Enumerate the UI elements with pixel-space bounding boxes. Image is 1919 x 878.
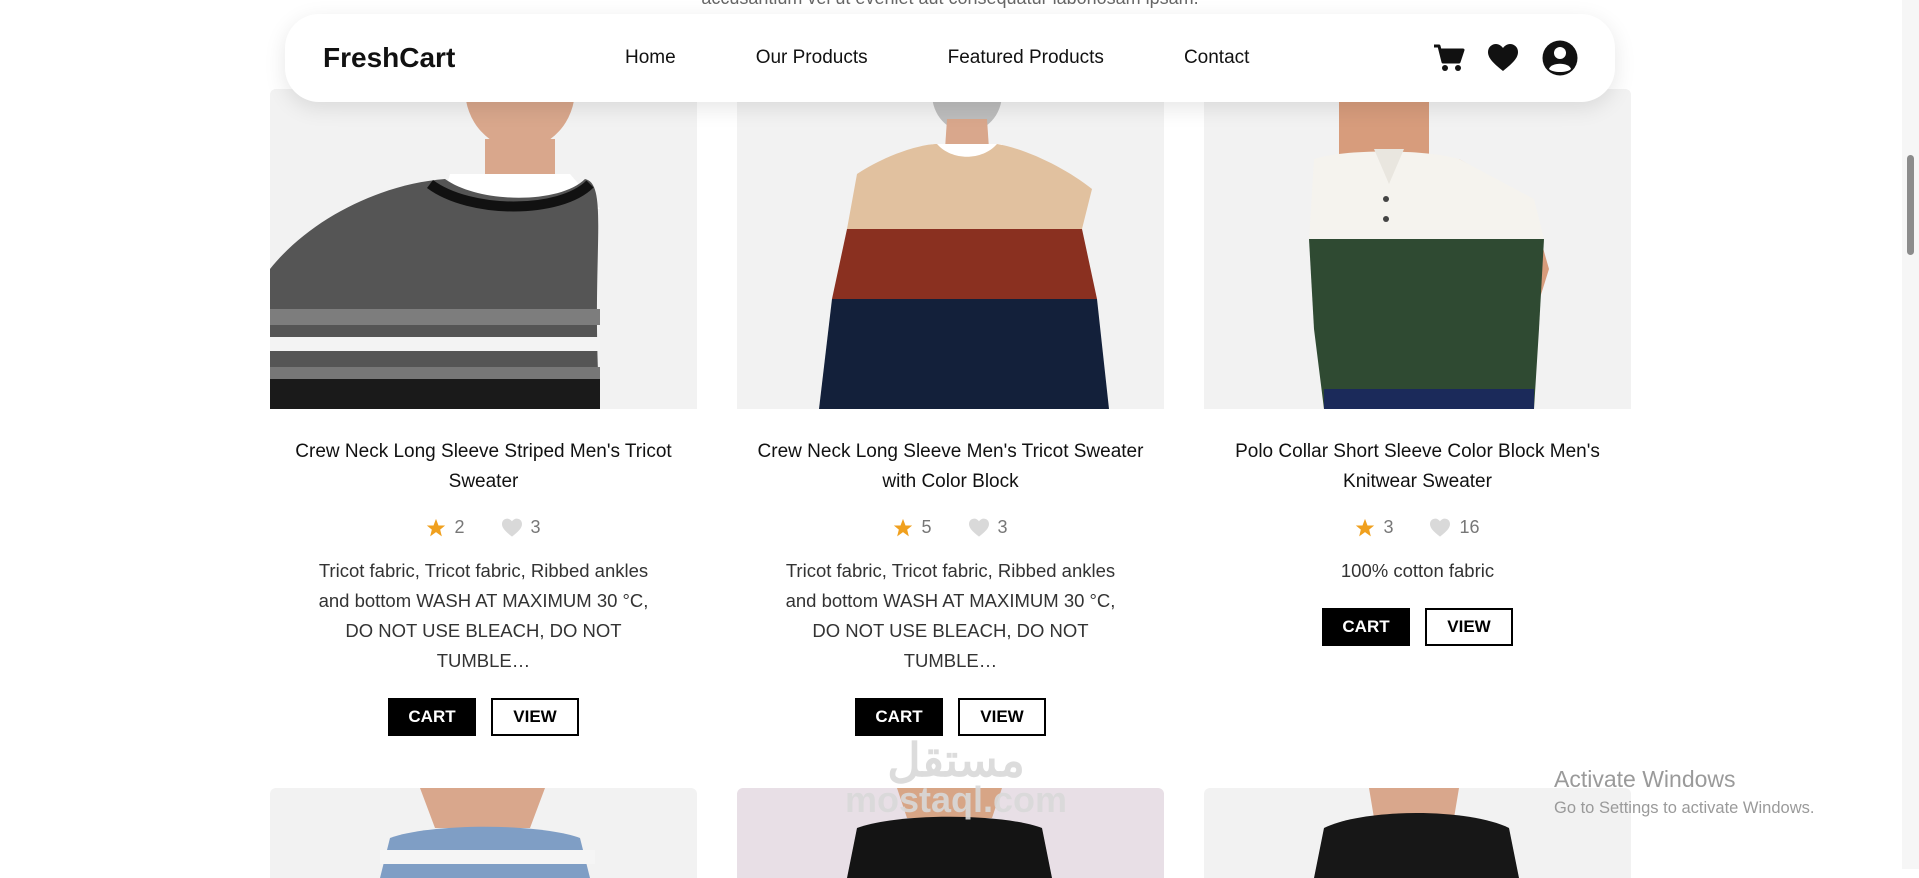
nav-link-contact[interactable]: Contact xyxy=(1184,47,1249,69)
scrollbar[interactable] xyxy=(1902,0,1919,869)
navbar: FreshCart Home Our Products Featured Pro… xyxy=(285,14,1615,102)
product-image[interactable] xyxy=(270,89,697,409)
activate-subtitle: Go to Settings to activate Windows. xyxy=(1554,799,1815,817)
product-title[interactable]: Crew Neck Long Sleeve Striped Men's Tric… xyxy=(270,437,697,497)
product-image[interactable] xyxy=(270,788,697,878)
star-icon xyxy=(427,518,446,536)
nav-link-featured-products[interactable]: Featured Products xyxy=(948,47,1104,69)
scrollbar-thumb[interactable] xyxy=(1907,155,1914,255)
cart-button[interactable]: CART xyxy=(388,698,476,736)
view-button[interactable]: VIEW xyxy=(1425,608,1513,646)
likes-count: 16 xyxy=(1459,517,1480,537)
like-icon[interactable] xyxy=(501,518,523,538)
product-description: 100% cotton fabric xyxy=(1340,560,1495,581)
product-meta: 5 3 xyxy=(737,517,1164,538)
view-button[interactable]: VIEW xyxy=(491,698,579,736)
user-icon[interactable] xyxy=(1541,39,1579,77)
cart-icon[interactable] xyxy=(1433,43,1465,73)
product-image[interactable] xyxy=(1204,89,1631,409)
nav-link-home[interactable]: Home xyxy=(625,47,676,69)
product-title[interactable]: Polo Collar Short Sleeve Color Block Men… xyxy=(1204,437,1631,497)
activate-title: Activate Windows xyxy=(1554,766,1736,792)
product-meta: 2 3 xyxy=(270,517,697,538)
nav-icons xyxy=(1433,39,1579,77)
heart-icon[interactable] xyxy=(1487,43,1519,73)
watermark: مستقل mostaql.com xyxy=(845,734,1068,820)
rating-value: 3 xyxy=(1383,517,1394,537)
product-card: Crew Neck Long Sleeve Men's Tricot Sweat… xyxy=(737,89,1164,736)
activate-windows-notice: Activate Windows Go to Settings to activ… xyxy=(1554,766,1814,818)
product-card: Polo Collar Short Sleeve Color Block Men… xyxy=(1204,89,1631,646)
product-card: Crew Neck Long Sleeve Striped Men's Tric… xyxy=(270,89,697,736)
cart-button[interactable]: CART xyxy=(855,698,943,736)
like-icon[interactable] xyxy=(1429,518,1451,538)
product-title[interactable]: Crew Neck Long Sleeve Men's Tricot Sweat… xyxy=(737,437,1164,497)
product-actions: CART VIEW xyxy=(270,698,697,736)
product-image[interactable] xyxy=(737,89,1164,409)
cart-button[interactable]: CART xyxy=(1322,608,1410,646)
likes-count: 3 xyxy=(997,517,1008,537)
watermark-latin: mostaql.com xyxy=(845,779,1068,820)
star-icon xyxy=(1356,518,1375,536)
brand-logo[interactable]: FreshCart xyxy=(323,42,455,74)
rating-value: 5 xyxy=(921,517,932,537)
rating-value: 2 xyxy=(454,517,465,537)
watermark-arabic: مستقل xyxy=(887,734,1025,786)
like-icon[interactable] xyxy=(968,518,990,538)
intro-text: accusantium vel ut eveniet aut consequat… xyxy=(0,0,1900,9)
product-description: Tricot fabric, Tricot fabric, Ribbed ank… xyxy=(318,560,649,671)
product-meta: 3 16 xyxy=(1204,517,1631,538)
product-description: Tricot fabric, Tricot fabric, Ribbed ank… xyxy=(785,560,1116,671)
product-actions: CART VIEW xyxy=(737,698,1164,736)
nav-link-our-products[interactable]: Our Products xyxy=(756,47,868,69)
star-icon xyxy=(894,518,913,536)
view-button[interactable]: VIEW xyxy=(958,698,1046,736)
nav-links: Home Our Products Featured Products Cont… xyxy=(625,47,1329,69)
product-actions: CART VIEW xyxy=(1204,608,1631,646)
likes-count: 3 xyxy=(530,517,541,537)
